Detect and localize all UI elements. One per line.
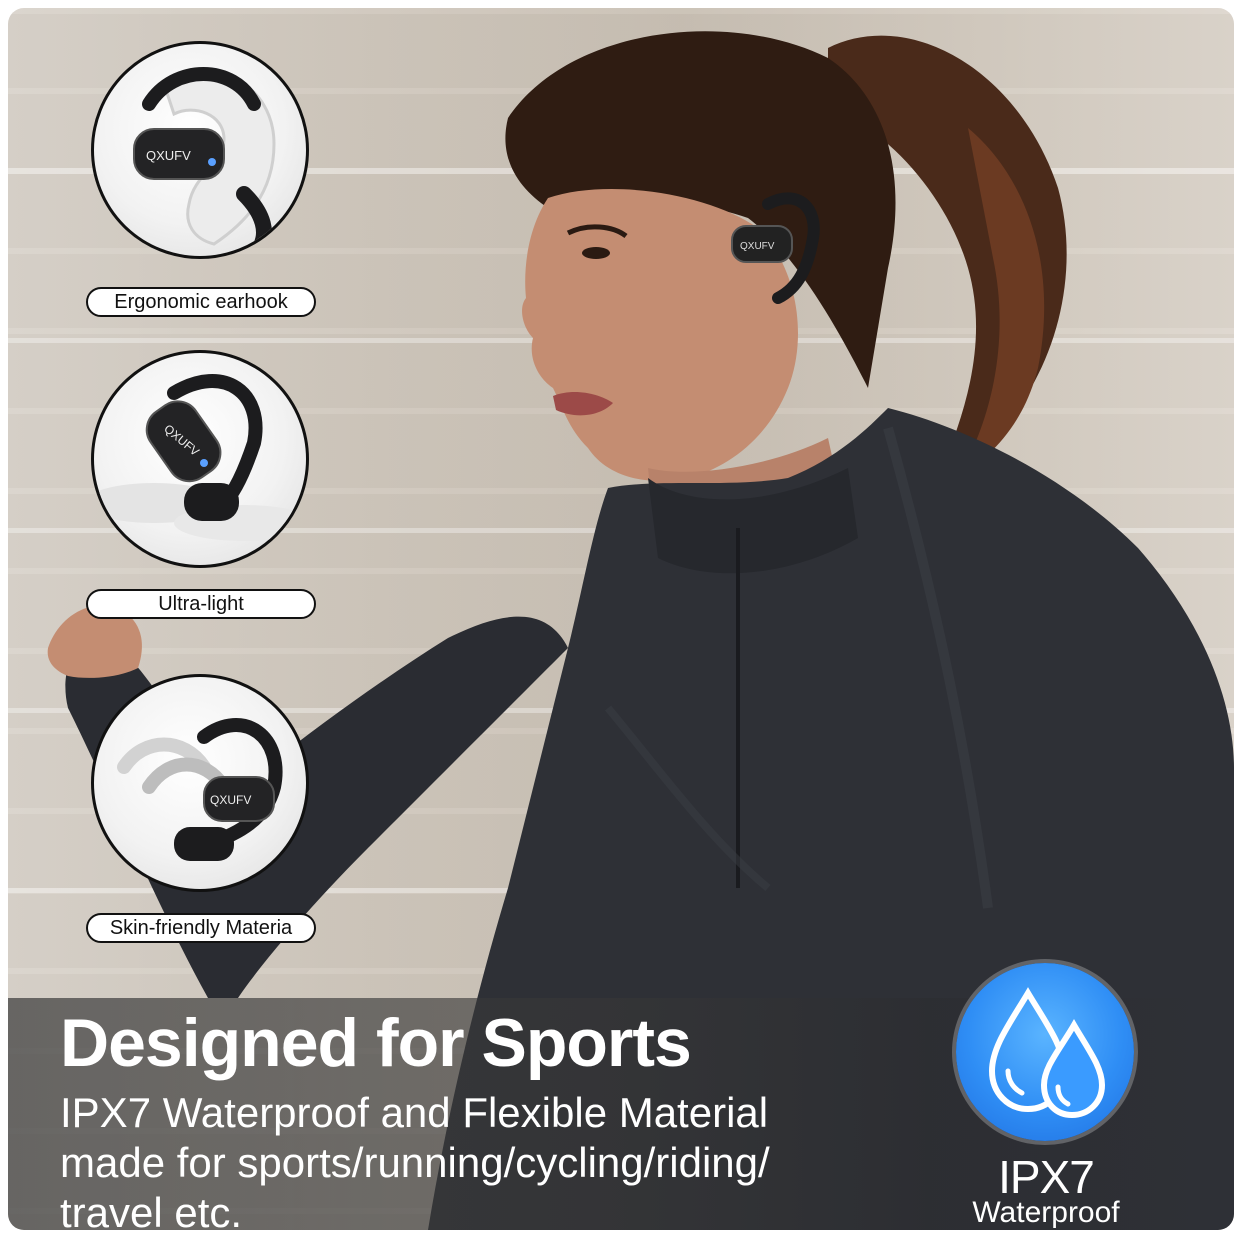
water-drops-icon [988, 987, 1106, 1119]
description-line-3: travel etc. [60, 1189, 243, 1230]
feature-circle-skin-friendly: QXUFV [91, 674, 309, 892]
badge-subtitle: Waterproof [972, 1196, 1120, 1229]
feature-label-earhook: Ergonomic earhook [86, 287, 316, 317]
feature-circle-earhook: QXUFV [91, 41, 309, 259]
brand-mark-text: QXUFV [210, 793, 251, 807]
floating-earbud-icon: QXUFV [94, 374, 306, 541]
description-line-1: IPX7 Waterproof and Flexible Material [60, 1089, 769, 1136]
headline: Designed for Sports [60, 1005, 692, 1081]
feature-label-ultralight: Ultra-light [86, 589, 316, 619]
feature-circle-ultralight: QXUFV [91, 350, 309, 568]
product-banner: QXUFV QXUFV Ergonomic earhook QXUFV Ultr… [8, 8, 1234, 1230]
brand-mark-text: QXUFV [740, 241, 775, 252]
flexible-earhook-icon: QXUFV [117, 718, 283, 861]
feature-label-skin-friendly: Skin-friendly Materia [86, 913, 316, 943]
ear-with-earhook-icon: QXUFV [133, 67, 276, 256]
brand-mark-text: QXUFV [146, 148, 191, 163]
waterproof-badge [956, 963, 1134, 1141]
description-line-2: made for sports/running/cycling/riding/ [60, 1139, 770, 1186]
